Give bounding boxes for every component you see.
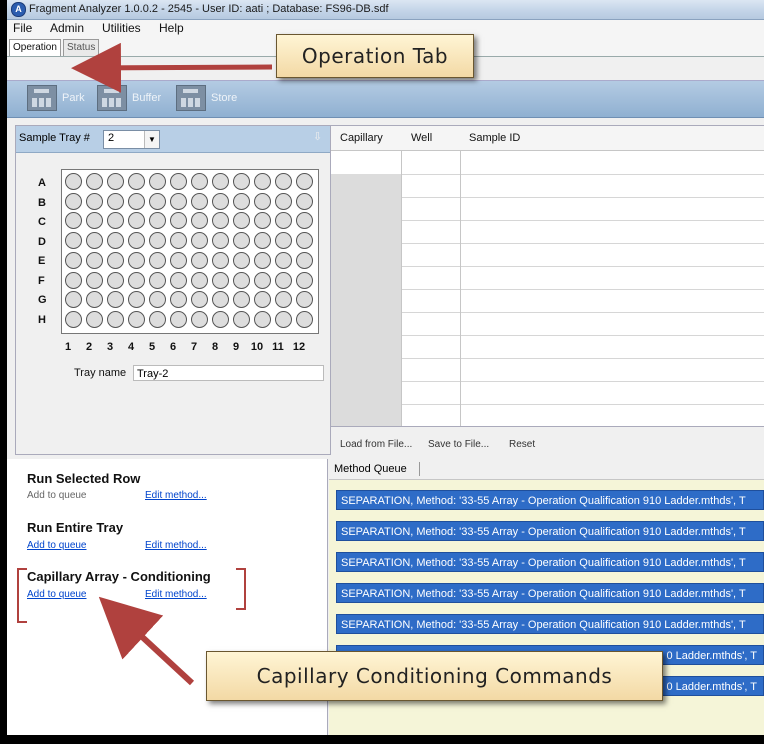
right-bracket	[236, 568, 246, 610]
annotation-arrows	[71, 42, 273, 686]
conditioning-arrow	[98, 596, 195, 686]
operation-tab-callout: Operation Tab	[276, 34, 474, 78]
left-bracket	[17, 568, 27, 623]
capillary-conditioning-callout: Capillary Conditioning Commands	[206, 651, 663, 701]
operation-tab-arrow	[71, 42, 273, 93]
